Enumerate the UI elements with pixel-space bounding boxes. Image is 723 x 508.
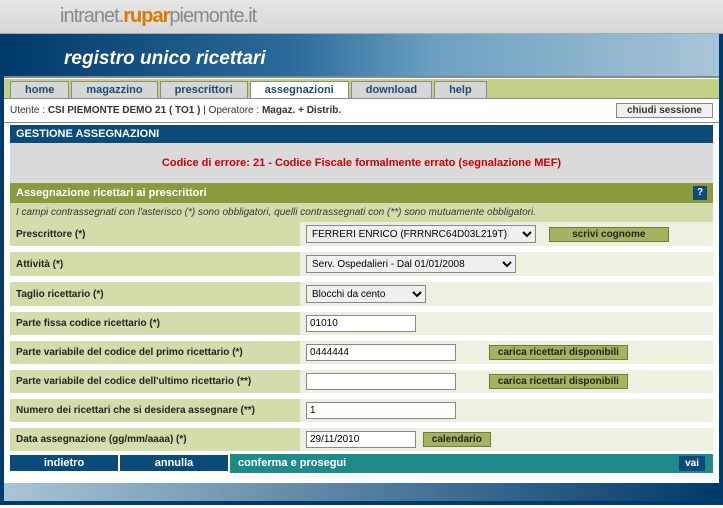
conferma-button[interactable]: conferma e prosegui vai	[230, 454, 713, 473]
section-title: GESTIONE ASSEGNAZIONI	[10, 125, 713, 143]
tab-assegnazioni[interactable]: assegnazioni	[250, 81, 349, 98]
carica-disponibili-2-button[interactable]: carica ricettari disponibili	[489, 374, 628, 389]
title-bar: registro unico ricettari	[4, 34, 719, 78]
attivita-select[interactable]: Serv. Ospedalieri - Dal 01/01/2008	[306, 255, 516, 273]
label-parte-var-ultimo: Parte variabile del codice dell'ultimo r…	[10, 370, 300, 393]
scrivi-cognome-button[interactable]: scrivi cognome	[549, 227, 669, 242]
action-bar: indietro annulla conferma e prosegui vai	[10, 453, 713, 473]
label-parte-var-primo: Parte variabile del codice del primo ric…	[10, 341, 300, 364]
tab-home[interactable]: home	[10, 81, 69, 98]
form-table: Prescrittore (*) FERRERI ENRICO (FRRNRC6…	[10, 222, 713, 451]
operatore-value: Magaz. + Distrib.	[262, 105, 341, 116]
app-title: registro unico ricettari	[64, 48, 266, 76]
chiudi-sessione-button[interactable]: chiudi sessione	[616, 103, 713, 118]
banner-text-2: rupar	[123, 5, 169, 28]
parte-var-ultimo-input[interactable]	[306, 373, 456, 390]
tab-help[interactable]: help	[434, 81, 487, 98]
label-numero: Numero dei ricettari che si desidera ass…	[10, 399, 300, 422]
label-prescrittore: Prescrittore (*)	[10, 222, 300, 246]
banner-text-3: piemonte.it	[169, 5, 256, 28]
top-banner: intranet.ruparpiemonte.it	[0, 0, 723, 34]
vai-button[interactable]: vai	[679, 456, 705, 471]
label-taglio: Taglio ricettario (*)	[10, 282, 300, 306]
parte-var-primo-input[interactable]	[306, 344, 456, 361]
conferma-label: conferma e prosegui	[238, 457, 346, 469]
help-icon[interactable]: ?	[693, 186, 707, 200]
tab-prescrittori[interactable]: prescrittori	[160, 81, 248, 98]
calendario-button[interactable]: calendario	[423, 432, 491, 447]
tabs: home magazzino prescrittori assegnazioni…	[4, 78, 719, 98]
footer-strip	[4, 483, 719, 501]
indietro-button[interactable]: indietro	[10, 455, 120, 471]
label-attivita: Attività (*)	[10, 252, 300, 276]
mandatory-note: I campi contrassegnati con l'asterisco (…	[10, 203, 713, 222]
error-message: Codice di errore: 21 - Codice Fiscale fo…	[10, 143, 713, 183]
prescrittore-select[interactable]: FERRERI ENRICO (FRRNRC64D03L219T)	[306, 225, 536, 243]
banner-text-1: intranet.	[60, 5, 123, 28]
user-bar: Utente : CSI PIEMONTE DEMO 21 ( TO1 ) | …	[4, 98, 719, 123]
label-parte-fissa: Parte fissa codice ricettario (*)	[10, 312, 300, 335]
tab-magazzino[interactable]: magazzino	[71, 81, 157, 98]
numero-input[interactable]	[306, 402, 456, 419]
carica-disponibili-1-button[interactable]: carica ricettari disponibili	[489, 345, 628, 360]
utente-value: CSI PIEMONTE DEMO 21 ( TO1 )	[48, 105, 201, 116]
taglio-select[interactable]: Blocchi da cento	[306, 285, 426, 303]
label-data: Data assegnazione (gg/mm/aaaa) (*)	[10, 428, 300, 451]
subsection-bar: Assegnazione ricettari ai prescrittori ?	[10, 183, 713, 203]
subsection-title: Assegnazione ricettari ai prescrittori	[16, 187, 207, 199]
parte-fissa-input[interactable]	[306, 315, 416, 332]
utente-label: Utente :	[10, 105, 48, 116]
operatore-label: | Operatore :	[200, 105, 262, 116]
tab-download[interactable]: download	[351, 81, 432, 98]
data-input[interactable]	[306, 431, 416, 448]
annulla-button[interactable]: annulla	[120, 455, 230, 471]
